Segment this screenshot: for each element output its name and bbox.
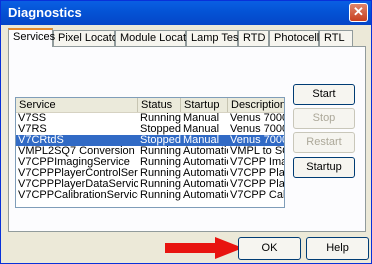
service-startup: Manual (183, 135, 220, 146)
service-description: Venus 7000 R (230, 124, 284, 135)
close-icon: ✕ (353, 4, 364, 19)
list-item[interactable]: V7CPPPlayerDataService Running Automatic… (16, 179, 284, 190)
tab-pixel-locator[interactable]: Pixel Locator (53, 30, 122, 46)
tab-services[interactable]: Services (8, 28, 55, 47)
service-status: Running (140, 113, 181, 124)
tab-rtd[interactable]: RTD (238, 30, 269, 46)
service-status: Running (140, 179, 181, 190)
column-header-startup[interactable]: Startup (181, 98, 228, 112)
service-startup: Automatic (183, 190, 228, 201)
close-button[interactable]: ✕ (349, 3, 368, 22)
service-startup: Manual (183, 113, 220, 124)
list-item[interactable]: V7SS Running Manual Venus 7000 S (16, 113, 284, 124)
column-header-description[interactable]: Description (228, 98, 284, 112)
service-startup: Automatic (183, 179, 228, 190)
window-title: Diagnostics (8, 5, 82, 20)
service-status: Stopped (140, 135, 181, 146)
service-description: Venus 7000 C (230, 135, 284, 146)
service-name: V7CPPImagingService (18, 157, 130, 168)
service-description: V7CPP Imagi (230, 157, 284, 168)
list-item-selected[interactable]: V7CRtdS Stopped Manual Venus 7000 C (16, 135, 284, 146)
service-description: V7CPP Playe (230, 168, 285, 179)
list-item[interactable]: V7CPPImagingService Running Automatic V7… (16, 157, 284, 168)
service-description: V7CPP Calibr (230, 190, 285, 201)
service-description: Venus 7000 S (230, 113, 284, 124)
service-description: V7CPP Playe (230, 179, 285, 190)
tab-module-locator[interactable]: Module Locator (115, 30, 196, 46)
tab-lamp-test[interactable]: Lamp Test (186, 30, 242, 46)
service-startup: Manual (183, 124, 220, 135)
service-name: V7RS (18, 124, 47, 135)
tab-rtl[interactable]: RTL (319, 30, 353, 46)
start-button[interactable]: Start (293, 84, 355, 105)
service-name: V7SS (18, 113, 47, 124)
list-item[interactable]: V7CPPCalibrationService Running Automati… (16, 190, 284, 201)
service-name: V7CRtdS (18, 135, 64, 146)
restart-button[interactable]: Restart (293, 132, 355, 153)
red-arrow-icon (165, 237, 243, 259)
service-name: V7CPPPlayerControlService (18, 168, 138, 179)
service-status: Running (140, 157, 181, 168)
stop-button[interactable]: Stop (293, 108, 355, 129)
column-header-service[interactable]: Service (16, 98, 138, 112)
service-status: Stopped (140, 124, 181, 135)
tab-photocell[interactable]: Photocell (269, 30, 319, 46)
list-item[interactable]: V7CPPPlayerControlService Running Automa… (16, 168, 284, 179)
service-startup: Automatic (183, 168, 228, 179)
list-item[interactable]: VMPL2SQ7 Conversion Running Automatic VM… (16, 146, 284, 157)
diagnostics-window: Diagnostics ✕ Services Pixel Locator Mod… (0, 0, 372, 264)
ok-button[interactable]: OK (238, 237, 301, 260)
service-status: Running (140, 146, 181, 157)
service-status: Running (140, 168, 181, 179)
column-header-status[interactable]: Status (138, 98, 181, 112)
service-status: Running (140, 190, 181, 201)
service-startup: Automatic (183, 157, 228, 168)
service-description: VMPL to SQ7 (230, 146, 284, 157)
service-name: V7CPPCalibrationService (18, 190, 138, 201)
title-bar[interactable]: Diagnostics ✕ (1, 1, 371, 25)
list-item[interactable]: V7RS Stopped Manual Venus 7000 R (16, 124, 284, 135)
list-header: Service Status Startup Description (16, 98, 284, 113)
service-startup: Automatic (183, 146, 228, 157)
services-list[interactable]: Service Status Startup Description V7SS … (15, 97, 285, 208)
help-button[interactable]: Help (306, 237, 369, 260)
startup-button[interactable]: Startup (293, 157, 355, 178)
service-name: VMPL2SQ7 Conversion (18, 146, 135, 157)
service-name: V7CPPPlayerDataService (18, 179, 138, 190)
